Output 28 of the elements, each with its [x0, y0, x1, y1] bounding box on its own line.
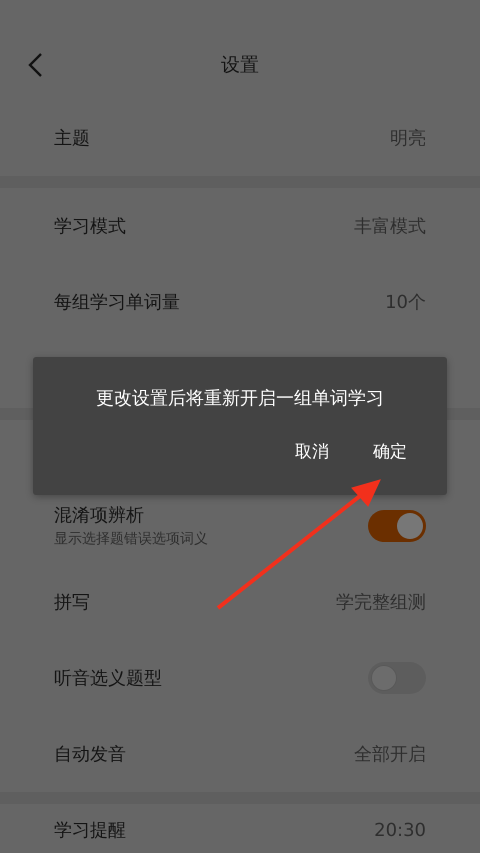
setting-value: 明亮: [390, 126, 426, 150]
settings-row[interactable]: 主题 明亮: [0, 100, 480, 176]
settings-row[interactable]: 每组学习单词量 10个: [0, 264, 480, 340]
settings-row[interactable]: 拼写 学完整组测: [0, 564, 480, 640]
toggle-switch[interactable]: [368, 510, 426, 542]
settings-row[interactable]: 混淆项辨析 显示选择题错误选项词义: [0, 488, 480, 564]
setting-label: 主题: [54, 126, 90, 150]
setting-value: 丰富模式: [354, 214, 426, 238]
page-title: 设置: [221, 52, 259, 78]
setting-label: 学习提醒: [54, 819, 126, 843]
cancel-button[interactable]: 取消: [285, 434, 339, 472]
setting-label: 每组学习单词量: [54, 290, 180, 314]
setting-description: 显示选择题错误选项词义: [54, 530, 208, 549]
setting-label: 混淆项辨析: [54, 504, 145, 528]
confirm-button[interactable]: 确定: [363, 434, 417, 472]
setting-value: 10个: [385, 290, 426, 314]
setting-label: 拼写: [54, 590, 90, 614]
setting-value: 20:30: [374, 819, 426, 843]
setting-value: 学完整组测: [336, 590, 426, 614]
setting-label: 学习模式: [54, 214, 126, 238]
settings-row[interactable]: 学习模式 丰富模式: [0, 188, 480, 264]
setting-label: 自动发音: [54, 742, 126, 766]
settings-row[interactable]: 听音选义题型: [0, 640, 480, 716]
setting-label: 听音选义题型: [54, 666, 162, 690]
settings-row[interactable]: 学习提醒 20:30: [0, 804, 480, 853]
dialog-message: 更改设置后将重新开启一组单词学习: [95, 387, 385, 411]
setting-value: 全部开启: [354, 742, 426, 766]
settings-row[interactable]: 自动发音 全部开启: [0, 716, 480, 792]
